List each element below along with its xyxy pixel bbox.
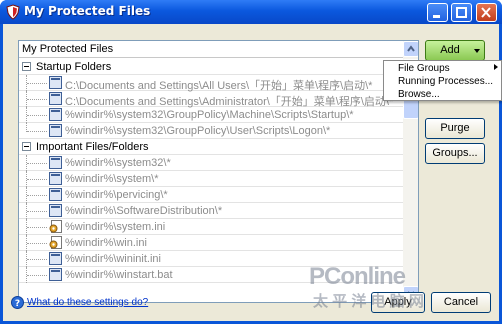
- folder-icon: [49, 76, 62, 89]
- minimize-icon: [433, 15, 440, 18]
- menu-item-label: Running Processes...: [398, 76, 494, 87]
- purge-button[interactable]: Purge: [425, 118, 485, 139]
- settings-file-icon: [49, 236, 62, 249]
- menu-item-running-processes[interactable]: Running Processes...: [398, 76, 493, 87]
- tree-row[interactable]: C:\Documents and Settings\Administrator\…: [19, 91, 403, 108]
- file-path: %windir%\system32\GroupPolicy\User\Scrip…: [65, 125, 331, 137]
- tree-row[interactable]: C:\Documents and Settings\All Users\「开始」…: [19, 75, 403, 92]
- settings-file-icon: [49, 220, 62, 233]
- tree-group-important-files[interactable]: Important Files/Folders: [19, 139, 403, 155]
- file-path: %windir%\SoftwareDistribution\*: [65, 205, 223, 217]
- group-label: Important Files/Folders: [36, 141, 149, 153]
- tree-row[interactable]: %windir%\system\*: [19, 171, 403, 187]
- add-button[interactable]: Add: [425, 40, 485, 61]
- folder-icon: [49, 252, 62, 265]
- folder-icon: [49, 172, 62, 185]
- menu-item-file-groups[interactable]: File Groups: [398, 63, 450, 74]
- maximize-icon: [456, 7, 467, 18]
- file-path: %windir%\system32\*: [65, 157, 171, 169]
- add-button-label: Add: [440, 44, 460, 56]
- tree-row[interactable]: %windir%\SoftwareDistribution\*: [19, 203, 403, 219]
- tree-row[interactable]: %windir%\system.ini: [19, 219, 403, 235]
- shield-icon: [6, 4, 20, 20]
- svg-text:?: ?: [15, 299, 20, 309]
- folder-icon: [49, 204, 62, 217]
- collapse-icon[interactable]: [22, 62, 31, 71]
- menu-item-label: File Groups: [398, 63, 450, 74]
- watermark-tagline: 太 平 洋 电 脑 网: [313, 293, 424, 310]
- watermark-brand: PConline: [309, 263, 406, 290]
- file-path: %windir%\pervicing\*: [65, 189, 168, 201]
- file-path: %windir%\system\*: [65, 173, 159, 185]
- dropdown-arrow-icon: [474, 49, 480, 53]
- file-path: %windir%\winstart.bat: [65, 269, 173, 281]
- maximize-button[interactable]: [451, 3, 472, 22]
- group-label: Startup Folders: [36, 61, 112, 73]
- help-link[interactable]: What do these settings do?: [27, 297, 148, 308]
- tree-row[interactable]: %windir%\win.ini: [19, 235, 403, 251]
- title-bar[interactable]: My Protected Files: [0, 0, 502, 24]
- folder-icon: [49, 124, 62, 137]
- tree-row[interactable]: %windir%\pervicing\*: [19, 187, 403, 203]
- groups-button[interactable]: Groups...: [425, 143, 485, 164]
- folder-icon: [49, 268, 62, 281]
- tree-header: My Protected Files: [19, 41, 403, 58]
- menu-item-label: Browse...: [398, 89, 440, 100]
- folder-icon: [49, 92, 62, 105]
- add-dropdown-menu: File Groups Running Processes... Browse.…: [383, 60, 502, 101]
- folder-icon: [49, 156, 62, 169]
- file-path: %windir%\system.ini: [65, 221, 166, 233]
- collapse-icon[interactable]: [22, 142, 31, 151]
- help-icon: ?: [11, 296, 24, 309]
- folder-icon: [49, 188, 62, 201]
- close-button[interactable]: [476, 3, 497, 22]
- tree-row[interactable]: %windir%\system32\GroupPolicy\Machine\Sc…: [19, 107, 403, 123]
- window-frame: My Protected Files My Protected Files St…: [0, 0, 502, 324]
- cancel-button[interactable]: Cancel: [431, 292, 491, 313]
- scroll-up-button[interactable]: [403, 41, 418, 57]
- window-title: My Protected Files: [24, 4, 151, 18]
- minimize-button[interactable]: [427, 3, 448, 22]
- tree-group-startup-folders[interactable]: Startup Folders: [19, 59, 403, 75]
- tree-row[interactable]: %windir%\system32\*: [19, 155, 403, 171]
- close-icon: [481, 7, 491, 18]
- submenu-arrow-icon: [494, 64, 498, 70]
- chevron-up-icon: [407, 45, 415, 52]
- file-path: %windir%\wininit.ini: [65, 253, 161, 265]
- folder-icon: [49, 108, 62, 121]
- tree-row[interactable]: %windir%\system32\GroupPolicy\User\Scrip…: [19, 123, 403, 139]
- menu-item-browse[interactable]: Browse...: [398, 89, 440, 100]
- file-path: %windir%\win.ini: [65, 237, 147, 249]
- file-path: %windir%\system32\GroupPolicy\Machine\Sc…: [65, 109, 354, 121]
